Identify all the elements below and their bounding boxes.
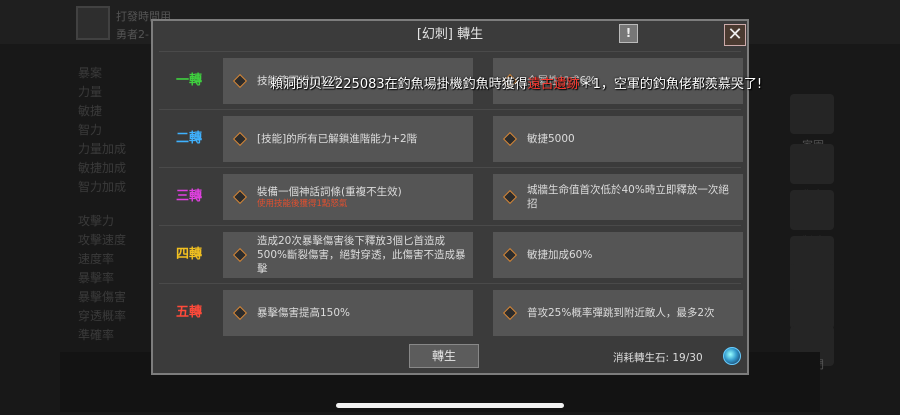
reward-text: 裝備一個神話詞條(重複不生效): [257, 185, 402, 198]
tier-label: 五轉: [175, 305, 202, 320]
diamond-bullet-icon: [232, 131, 248, 147]
tier-label: 四轉: [175, 247, 202, 262]
rebirth-row-3: 三轉 裝備一個神話詞條(重複不生效) 使用技能後獲得1點怒氣 城牆生命值首次低於…: [159, 167, 743, 226]
diamond-bullet-icon: [232, 189, 248, 205]
dialog-title: [幻刺] 轉生: [416, 27, 484, 42]
reward-card: 敏捷5000: [493, 116, 743, 162]
reward-text: 敏捷5000: [527, 133, 575, 145]
diamond-bullet-icon: [232, 247, 248, 263]
reward-card: 敏捷加成60%: [493, 232, 743, 278]
close-button[interactable]: ✕: [724, 24, 746, 46]
rebirth-row-5: 五轉 暴擊傷害提高150% 普攻25%概率彈跳到附近敵人，最多2次: [159, 283, 743, 342]
reward-text: 造成20次暴擊傷害後下釋放3個匕首造成500%斷裂傷害，絕對穿透，此傷害不造成暴…: [257, 235, 466, 275]
tier-label: 一轉: [175, 73, 202, 88]
reward-card: 普攻25%概率彈跳到附近敵人，最多2次: [493, 290, 743, 336]
reward-text: 敏捷加成60%: [527, 249, 593, 261]
rebirth-stone-cost: 消耗轉生石: 19/30: [613, 352, 703, 364]
reward-text: [技能]的所有已解鎖進階能力+2階: [257, 133, 418, 145]
reward-text: 暴擊傷害提高150%: [257, 307, 351, 319]
marquee-prefix: 賴洞的贝丝225083在釣魚場掛機釣魚時獲得: [270, 77, 528, 92]
rebirth-row-2: 二轉 [技能]的所有已解鎖進階能力+2階 敏捷5000: [159, 109, 743, 168]
tier-label: 三轉: [175, 189, 202, 204]
reward-card: 裝備一個神話詞條(重複不生效) 使用技能後獲得1點怒氣: [223, 174, 473, 220]
diamond-bullet-icon: [232, 305, 248, 321]
reward-text: 城牆生命值首次低於40%時立即釋放一次絕招: [527, 184, 729, 210]
reward-card: 城牆生命值首次低於40%時立即釋放一次絕招: [493, 174, 743, 220]
rebirth-row-4: 四轉 造成20次暴擊傷害後下釋放3個匕首造成500%斷裂傷害，絕對穿透，此傷害不…: [159, 225, 743, 284]
diamond-bullet-icon: [502, 247, 518, 263]
home-indicator[interactable]: [336, 403, 564, 408]
reward-card: 造成20次暴擊傷害後下釋放3個匕首造成500%斷裂傷害，絕對穿透，此傷害不造成暴…: [223, 232, 473, 278]
diamond-bullet-icon: [232, 73, 248, 89]
diamond-bullet-icon: [502, 189, 518, 205]
info-icon[interactable]: !: [619, 24, 638, 43]
diamond-bullet-icon: [502, 305, 518, 321]
reward-subtext: 使用技能後獲得1點怒氣: [257, 198, 348, 209]
reward-card: 暴擊傷害提高150%: [223, 290, 473, 336]
marquee-highlight: 遠古遺跡: [527, 77, 580, 92]
reward-card: [技能]的所有已解鎖進階能力+2階: [223, 116, 473, 162]
reward-text: 普攻25%概率彈跳到附近敵人，最多2次: [527, 307, 715, 319]
tier-label: 二轉: [175, 131, 202, 146]
diamond-bullet-icon: [502, 131, 518, 147]
marquee-suffix: ＊1，空軍的釣魚佬都羨慕哭了!: [579, 77, 763, 92]
announcement-marquee: 賴洞的贝丝225083在釣魚場掛機釣魚時獲得遠古遺跡＊1，空軍的釣魚佬都羨慕哭了…: [270, 73, 762, 92]
rebirth-button[interactable]: 轉生: [409, 344, 479, 368]
rebirth-stone-icon: [723, 347, 741, 365]
